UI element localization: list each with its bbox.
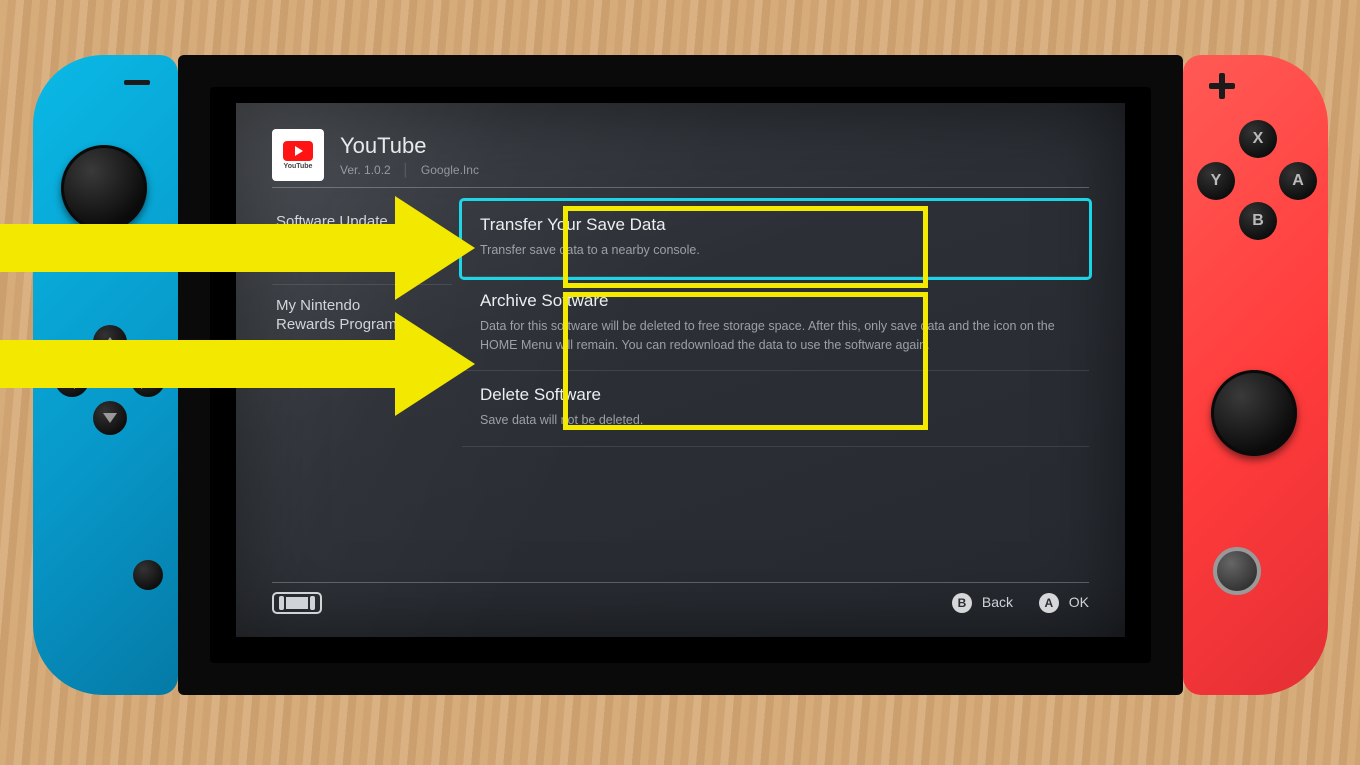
option-title: Archive Software: [480, 291, 1071, 311]
app-icon-caption: YouTube: [284, 163, 313, 170]
hint-key-a: A: [1039, 593, 1059, 613]
screen: YouTube YouTube Ver. 1.0.2 │ Google.Inc …: [236, 103, 1125, 637]
option-title: Transfer Your Save Data: [480, 215, 1071, 235]
app-header: YouTube YouTube Ver. 1.0.2 │ Google.Inc: [272, 123, 1089, 188]
option-archive-software[interactable]: Archive Software Data for this software …: [462, 277, 1089, 372]
app-version: Ver. 1.0.2: [340, 163, 391, 177]
sidebar-item-manage-software[interactable]: Manage Software: [272, 243, 452, 285]
app-meta: Ver. 1.0.2 │ Google.Inc: [340, 163, 479, 177]
option-title: Delete Software: [480, 385, 1071, 405]
switch-console: X Y A B YouTube YouTube: [33, 55, 1328, 695]
hint-key-b: B: [952, 593, 972, 613]
capture-button[interactable]: [133, 560, 163, 590]
app-publisher: Google.Inc: [421, 163, 479, 177]
sidebar-item-rewards[interactable]: My NintendoRewards Program: [272, 285, 452, 348]
sidebar-item-software-update[interactable]: Software Update: [272, 201, 452, 243]
footer-bar: B Back A OK: [272, 582, 1089, 623]
button-hints: B Back A OK: [930, 593, 1089, 613]
option-desc: Save data will not be deleted.: [480, 411, 1071, 430]
option-desc: Data for this software will be deleted t…: [480, 317, 1071, 355]
option-desc: Transfer save data to a nearby console.: [480, 241, 1071, 260]
option-delete-software[interactable]: Delete Software Save data will not be de…: [462, 371, 1089, 447]
youtube-icon: YouTube: [272, 129, 324, 181]
settings-sidebar: Software Update Manage Software My Ninte…: [272, 201, 452, 348]
option-transfer-save-data[interactable]: Transfer Your Save Data Transfer save da…: [462, 201, 1089, 277]
hint-label-ok: OK: [1069, 594, 1089, 610]
settings-main: Transfer Your Save Data Transfer save da…: [462, 201, 1089, 573]
switch-tablet: YouTube YouTube Ver. 1.0.2 │ Google.Inc …: [178, 55, 1183, 695]
controller-icon: [272, 592, 322, 614]
hint-label-back: Back: [982, 594, 1013, 610]
minus-button[interactable]: [124, 80, 150, 85]
plus-button[interactable]: [1209, 73, 1235, 99]
app-title: YouTube: [340, 133, 479, 159]
photo-stage: X Y A B YouTube YouTube: [0, 0, 1360, 765]
